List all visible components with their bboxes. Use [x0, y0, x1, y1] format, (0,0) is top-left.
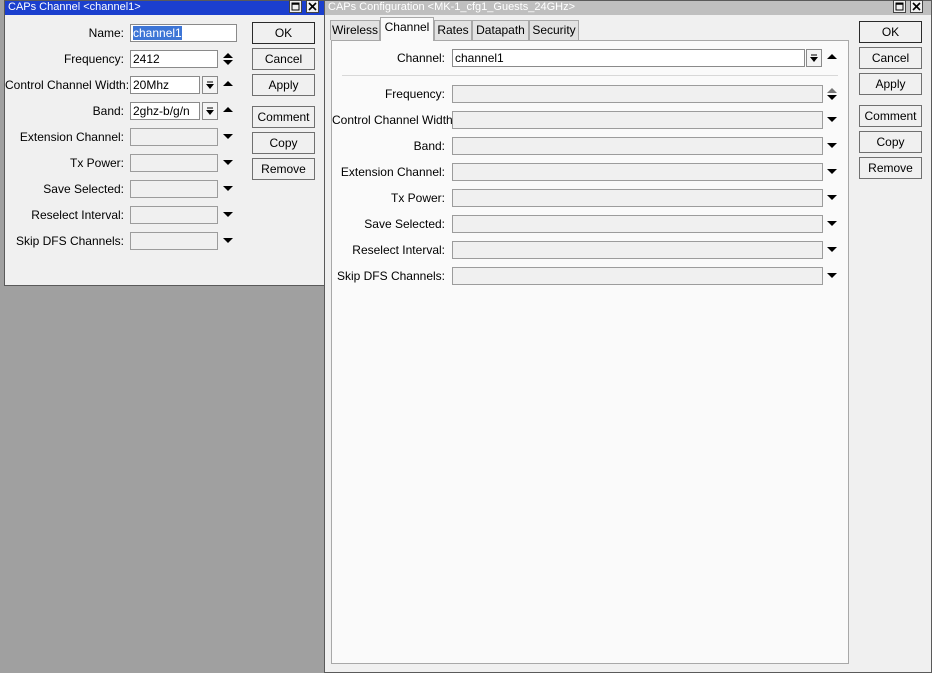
- control-channel-width-select[interactable]: [452, 111, 823, 129]
- maximize-icon[interactable]: [289, 0, 302, 13]
- expand-down-icon[interactable]: [826, 267, 838, 285]
- band-select[interactable]: [452, 137, 823, 155]
- tx-power-input[interactable]: [130, 154, 218, 172]
- reselect-interval-input[interactable]: [452, 241, 823, 259]
- tab-datapath[interactable]: Datapath: [472, 20, 529, 40]
- window-title[interactable]: CAPs Channel <channel1>: [5, 1, 325, 15]
- close-icon[interactable]: [306, 0, 319, 13]
- name-value: channel1: [133, 26, 182, 40]
- tx-power-label: Tx Power:: [390, 191, 445, 205]
- control-channel-width-label: Control Channel Width:: [332, 113, 457, 127]
- expand-down-icon[interactable]: [222, 206, 234, 224]
- maximize-icon[interactable]: [893, 0, 906, 13]
- tab-wireless[interactable]: Wireless: [330, 20, 380, 40]
- skip-dfs-channels-label: Skip DFS Channels:: [336, 269, 445, 283]
- collapse-up-icon[interactable]: [826, 49, 838, 67]
- tx-power-input[interactable]: [452, 189, 823, 207]
- frequency-label: Frequency:: [63, 52, 124, 66]
- skip-dfs-channels-select[interactable]: [130, 232, 218, 250]
- expand-down-icon[interactable]: [826, 241, 838, 259]
- skip-dfs-channels-label: Skip DFS Channels:: [15, 234, 124, 248]
- name-label: Name:: [88, 26, 124, 40]
- channel-tab-panel: Channel: channel1 Frequency: Control Cha…: [331, 40, 849, 664]
- frequency-input[interactable]: 2412: [130, 50, 218, 68]
- collapse-up-icon[interactable]: [222, 102, 234, 120]
- save-selected-label: Save Selected:: [43, 182, 124, 196]
- apply-button[interactable]: Apply: [252, 74, 315, 96]
- caps-configuration-window: CAPs Configuration <MK-1_cfg1_Guests_24G…: [324, 0, 932, 673]
- expand-down-icon[interactable]: [222, 232, 234, 250]
- band-label: Band:: [413, 139, 445, 153]
- ok-button[interactable]: OK: [252, 22, 315, 44]
- reselect-interval-label: Reselect Interval:: [31, 208, 124, 222]
- dropdown-icon[interactable]: [806, 49, 822, 67]
- tab-security[interactable]: Security: [529, 20, 579, 40]
- band-select[interactable]: 2ghz-b/g/n: [130, 102, 200, 120]
- apply-button[interactable]: Apply: [859, 73, 922, 95]
- spinner-icon[interactable]: [826, 85, 838, 103]
- expand-down-icon[interactable]: [826, 163, 838, 181]
- window-title[interactable]: CAPs Configuration <MK-1_cfg1_Guests_24G…: [325, 1, 931, 15]
- save-selected-input[interactable]: [452, 215, 823, 233]
- control-channel-width-label: Control Channel Width:: [5, 78, 130, 92]
- frequency-input[interactable]: [452, 85, 823, 103]
- separator: [342, 75, 838, 76]
- expand-down-icon[interactable]: [222, 154, 234, 172]
- expand-down-icon[interactable]: [222, 180, 234, 198]
- dropdown-icon[interactable]: [202, 76, 218, 94]
- expand-down-icon[interactable]: [826, 215, 838, 233]
- dropdown-icon[interactable]: [202, 102, 218, 120]
- channel-select[interactable]: channel1: [452, 49, 805, 67]
- extension-channel-select[interactable]: [452, 163, 823, 181]
- collapse-up-icon[interactable]: [222, 76, 234, 94]
- save-selected-label: Save Selected:: [364, 217, 445, 231]
- comment-button[interactable]: Comment: [859, 105, 922, 127]
- tab-rates[interactable]: Rates: [434, 20, 472, 40]
- caps-channel-window: CAPs Channel <channel1> Name: channel1 F…: [4, 0, 326, 286]
- reselect-interval-input[interactable]: [130, 206, 218, 224]
- tab-channel[interactable]: Channel: [380, 17, 434, 41]
- remove-button[interactable]: Remove: [252, 158, 315, 180]
- skip-dfs-channels-select[interactable]: [452, 267, 823, 285]
- extension-channel-label: Extension Channel:: [19, 130, 124, 144]
- remove-button[interactable]: Remove: [859, 157, 922, 179]
- copy-button[interactable]: Copy: [859, 131, 922, 153]
- band-label: Band:: [92, 104, 124, 118]
- expand-down-icon[interactable]: [222, 128, 234, 146]
- copy-button[interactable]: Copy: [252, 132, 315, 154]
- expand-down-icon[interactable]: [826, 111, 838, 129]
- frequency-label: Frequency:: [384, 87, 445, 101]
- extension-channel-label: Extension Channel:: [340, 165, 445, 179]
- name-input[interactable]: channel1: [130, 24, 237, 42]
- ok-button[interactable]: OK: [859, 21, 922, 43]
- reselect-interval-label: Reselect Interval:: [352, 243, 445, 257]
- expand-down-icon[interactable]: [826, 189, 838, 207]
- expand-down-icon[interactable]: [826, 137, 838, 155]
- spinner-icon[interactable]: [222, 50, 234, 68]
- control-channel-width-select[interactable]: 20Mhz: [130, 76, 200, 94]
- tx-power-label: Tx Power:: [69, 156, 124, 170]
- close-icon[interactable]: [910, 0, 923, 13]
- cancel-button[interactable]: Cancel: [859, 47, 922, 69]
- channel-label: Channel:: [396, 51, 445, 65]
- save-selected-input[interactable]: [130, 180, 218, 198]
- comment-button[interactable]: Comment: [252, 106, 315, 128]
- cancel-button[interactable]: Cancel: [252, 48, 315, 70]
- extension-channel-select[interactable]: [130, 128, 218, 146]
